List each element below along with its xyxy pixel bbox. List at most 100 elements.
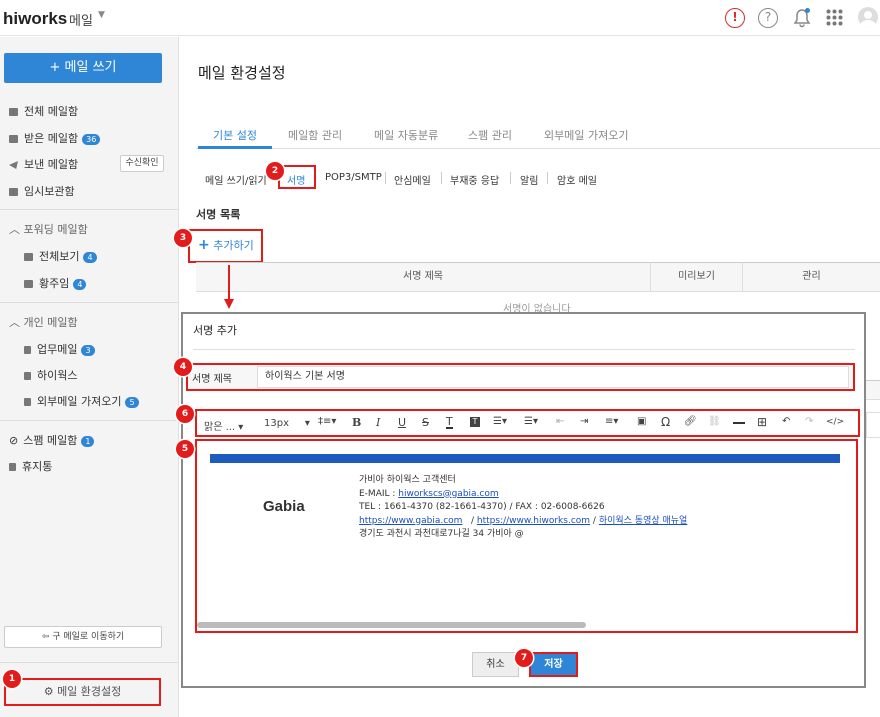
step-marker-3: 3 xyxy=(174,229,192,247)
subtab-pop3-smtp[interactable]: POP3/SMTP xyxy=(325,172,382,183)
bookmark-icon xyxy=(24,372,31,380)
add-signature-button[interactable]: + 추가하기 xyxy=(188,229,263,263)
dialog-title: 서명 추가 xyxy=(193,324,237,337)
avatar[interactable] xyxy=(858,7,878,27)
line-height-icon[interactable]: ‡≡▾ xyxy=(318,416,336,427)
help-icon[interactable]: ? xyxy=(758,8,778,28)
bell-icon[interactable] xyxy=(793,8,811,28)
tab-basic-settings[interactable]: 기본 설정 xyxy=(213,127,257,143)
step-marker-5: 5 xyxy=(176,440,194,458)
source-code-icon[interactable]: </> xyxy=(826,417,844,427)
bg-color-icon[interactable]: T xyxy=(470,417,480,427)
link-icon[interactable]: 🔗︎ xyxy=(684,416,697,427)
outdent-icon[interactable]: ⇤ xyxy=(556,416,564,427)
manual-link[interactable]: 하이웍스 동영상 매뉴얼 xyxy=(599,516,688,526)
gear-icon: ⚙ xyxy=(43,685,58,698)
sidebar-item-forward-all[interactable]: 전체보기 4 xyxy=(24,248,97,264)
bullet-list-icon[interactable]: ☰▾ xyxy=(493,416,507,427)
column-header-title: 서명 제목 xyxy=(196,262,650,292)
sidebar-item-sent[interactable]: 보낸 메일함 xyxy=(9,156,78,172)
font-family-select[interactable]: 맑은 ... ▾ xyxy=(204,418,243,433)
horizontal-rule-icon[interactable] xyxy=(733,422,745,424)
app-switcher-label[interactable]: 메일 xyxy=(69,10,93,29)
subtab-signature[interactable]: 서명 xyxy=(287,172,305,187)
hiworks-logo[interactable]: hiworks xyxy=(3,9,67,29)
signature-line-address: 경기도 과천시 과천대로7나길 34 가비아 @ xyxy=(359,529,524,539)
sidebar-item-work[interactable]: 업무메일 3 xyxy=(24,341,95,357)
gabia-link[interactable]: https://www.gabia.com xyxy=(359,516,462,526)
bold-icon[interactable]: B xyxy=(352,416,361,429)
read-check-button[interactable]: 수신확인 xyxy=(120,155,164,172)
strikethrough-icon[interactable]: S xyxy=(422,416,429,429)
divider xyxy=(510,172,511,184)
undo-icon[interactable]: ↶ xyxy=(782,416,790,427)
subtab-notify[interactable]: 알림 xyxy=(520,172,538,187)
bookmark-icon xyxy=(24,346,31,354)
envelope-icon xyxy=(24,253,33,261)
down-arrow-icon xyxy=(224,265,234,310)
table-icon[interactable]: ⊞ xyxy=(757,415,767,429)
sidebar-item-inbox[interactable]: 받은 메일함 36 xyxy=(9,130,101,146)
text-color-icon[interactable]: T xyxy=(446,416,453,429)
image-icon[interactable]: ▣ xyxy=(637,416,646,427)
envelope-icon xyxy=(9,135,18,143)
apps-grid-icon[interactable] xyxy=(826,9,843,26)
italic-icon[interactable]: I xyxy=(376,416,380,429)
inbox-count-badge: 36 xyxy=(82,133,101,145)
divider xyxy=(0,302,179,303)
subtab-away-reply[interactable]: 부재중 응답 xyxy=(450,172,499,187)
signature-text: 가비아 하이웍스 고객센터 E-MAIL : hiworkscs@gabia.c… xyxy=(359,474,839,542)
sidebar-item-drafts[interactable]: 임시보관함 xyxy=(9,183,75,199)
forward-section-header[interactable]: ︿ 포워딩 메일함 xyxy=(9,221,88,237)
chevron-up-icon: ︿ xyxy=(9,223,24,236)
step-marker-1: 1 xyxy=(3,670,21,688)
column-header-manage: 관리 xyxy=(742,262,880,292)
email-link[interactable]: hiworkscs@gabia.com xyxy=(398,489,498,499)
signature-line-company: 가비아 하이웍스 고객센터 xyxy=(359,475,456,485)
tab-auto-sort[interactable]: 메일 자동분류 xyxy=(374,127,438,143)
font-size-select[interactable]: 13px ▾ xyxy=(264,418,310,429)
subtab-compose-read[interactable]: 메일 쓰기/읽기 xyxy=(205,172,267,187)
alert-icon[interactable]: ! xyxy=(725,8,745,28)
write-mail-button[interactable]: + 메일 쓰기 xyxy=(4,53,162,83)
tab-external-mail[interactable]: 외부메일 가져오기 xyxy=(544,127,628,143)
sidebar-item-forward-hwang[interactable]: 황주임 4 xyxy=(24,275,87,291)
sidebar-item-hiworks[interactable]: 하이웍스 xyxy=(24,367,77,383)
tab-spam-manage[interactable]: 스팸 관리 xyxy=(468,127,512,143)
step-marker-7: 7 xyxy=(515,649,533,667)
background-input-edge xyxy=(866,412,880,438)
indent-icon[interactable]: ⇥ xyxy=(580,416,588,427)
subtab-secure-mail[interactable]: 안심메일 xyxy=(394,172,431,187)
mail-settings-button[interactable]: ⚙ 메일 환경설정 xyxy=(4,678,161,706)
underline-icon[interactable]: U xyxy=(398,416,406,429)
title-field-highlight xyxy=(186,363,855,391)
step-marker-2: 2 xyxy=(266,162,284,180)
unlink-icon[interactable]: ⛓︎ xyxy=(708,416,721,427)
old-mail-button[interactable]: ⇦ 구 메일로 이동하기 xyxy=(4,626,162,648)
divider xyxy=(385,172,386,184)
divider xyxy=(441,172,442,184)
align-icon[interactable]: ≡▾ xyxy=(605,416,618,427)
page-title: 메일 환경설정 xyxy=(198,64,286,82)
plus-icon: + xyxy=(198,237,210,253)
hiworks-link[interactable]: https://www.hiworks.com xyxy=(477,516,590,526)
active-tab-indicator xyxy=(198,146,272,149)
tab-mailbox-manage[interactable]: 메일함 관리 xyxy=(288,127,342,143)
save-button[interactable]: 저장 xyxy=(529,652,578,677)
column-header-preview: 미리보기 xyxy=(650,262,742,292)
chevron-down-icon[interactable]: ▼ xyxy=(98,10,105,20)
sidebar-item-spam[interactable]: ⊘ 스팸 메일함 1 xyxy=(9,432,95,448)
editor-horizontal-scrollbar[interactable] xyxy=(197,622,586,628)
personal-section-header[interactable]: ︿ 개인 메일함 xyxy=(9,314,78,330)
bookmark-icon xyxy=(24,398,31,406)
sidebar-item-all-mail[interactable]: 전체 메일함 xyxy=(9,103,78,119)
block-icon: ⊘ xyxy=(9,434,19,447)
cancel-button[interactable]: 취소 xyxy=(472,652,519,677)
signature-line-tel: TEL : 1661-4370 (82-1661-4370) / FAX : 0… xyxy=(359,502,605,512)
redo-icon[interactable]: ↷ xyxy=(805,416,813,427)
sidebar-item-trash[interactable]: 휴지통 xyxy=(9,458,52,474)
number-list-icon[interactable]: ☰▾ xyxy=(524,416,538,427)
subtab-encrypted-mail[interactable]: 암호 메일 xyxy=(557,172,597,187)
special-char-icon[interactable]: Ω xyxy=(661,415,670,429)
sidebar-item-external[interactable]: 외부메일 가져오기 5 xyxy=(24,393,139,409)
